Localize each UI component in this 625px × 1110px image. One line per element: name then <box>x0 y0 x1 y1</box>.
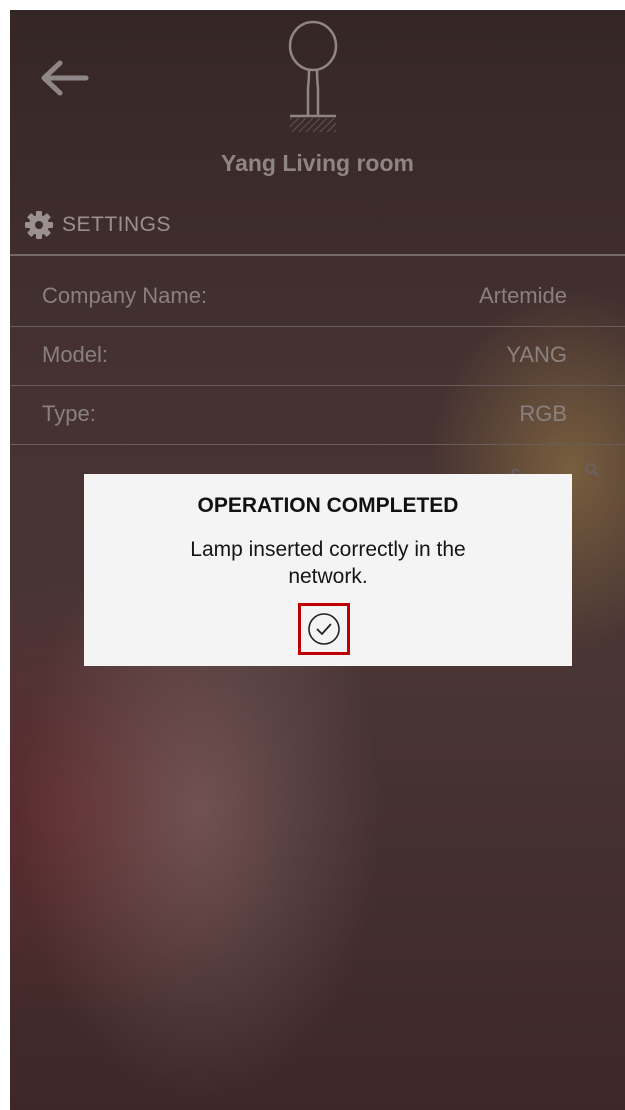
company-name-label: Company Name: <box>42 283 208 308</box>
room-title: Yang Living room <box>221 150 414 176</box>
confirm-button[interactable] <box>298 603 350 655</box>
model-value: YANG <box>506 342 567 367</box>
type-row: Type: RGB <box>10 386 625 445</box>
company-name-value: Artemide <box>478 283 567 308</box>
back-arrow-icon[interactable] <box>38 58 90 98</box>
operation-completed-dialog: OPERATION COMPLETED Lamp inserted correc… <box>84 474 572 666</box>
lamp-icon <box>288 20 338 132</box>
settings-label: SETTINGS <box>62 213 172 236</box>
dialog-title: OPERATION COMPLETED <box>197 494 459 517</box>
settings-divider <box>10 254 625 256</box>
company-name-row: Company Name: Artemide <box>10 268 625 327</box>
settings-header: SETTINGS <box>24 208 171 242</box>
model-row: Model: YANG <box>10 327 625 386</box>
app-screen: Yang Living room SETTINGS Company Name: … <box>10 10 625 1110</box>
search-icon <box>585 463 600 478</box>
dialog-message: Lamp inserted correctly in the network. <box>190 538 466 588</box>
gear-icon <box>25 211 53 239</box>
type-label: Type: <box>42 401 96 426</box>
model-label: Model: <box>42 342 109 367</box>
check-circle-icon <box>308 613 340 645</box>
type-value: RGB <box>519 401 567 426</box>
